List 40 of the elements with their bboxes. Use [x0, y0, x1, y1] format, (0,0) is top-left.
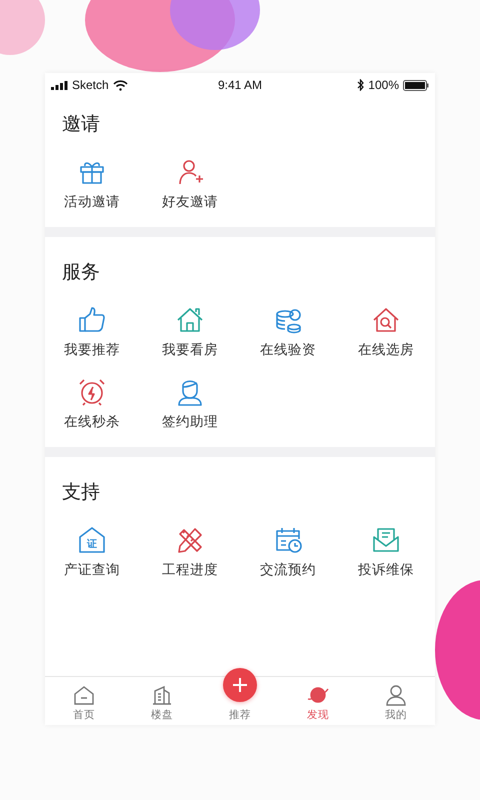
section-title: 邀请	[62, 112, 101, 137]
house-icon	[175, 305, 205, 335]
tab-item[interactable]: 我的	[385, 708, 407, 722]
certificate-house-icon: 证	[77, 525, 107, 555]
tab-item[interactable]: 推荐	[229, 708, 251, 722]
bluetooth-icon	[357, 79, 364, 91]
home-icon	[73, 684, 95, 706]
user-icon	[385, 684, 407, 706]
battery-icon	[403, 80, 429, 90]
alarm-clock-icon	[77, 377, 107, 407]
battery-percent: 100%	[368, 78, 399, 92]
plus-icon	[232, 677, 248, 693]
menu-item-label[interactable]: 投诉维保	[358, 561, 414, 579]
carrier-name: Sketch	[72, 78, 109, 92]
thumbs-up-icon	[77, 305, 107, 335]
menu-item-label[interactable]: 签约助理	[162, 413, 218, 431]
menu-item-label[interactable]: 交流预约	[260, 561, 316, 579]
menu-item-label[interactable]: 在线秒杀	[64, 413, 120, 431]
tab-item[interactable]: 发现	[307, 708, 329, 722]
menu-item-label[interactable]: 活动邀请	[64, 193, 120, 211]
envelope-icon	[371, 525, 401, 555]
signal-icon	[51, 80, 68, 90]
menu-item-label[interactable]: 好友邀请	[162, 193, 218, 211]
tab-item[interactable]: 楼盘	[151, 708, 173, 722]
menu-item-label[interactable]: 我要推荐	[64, 341, 120, 359]
menu-item-label[interactable]: 产证查询	[64, 561, 120, 579]
menu-item-label[interactable]: 工程进度	[162, 561, 218, 579]
clock-time: 9:41 AM	[218, 78, 262, 92]
menu-item-label[interactable]: 在线选房	[358, 341, 414, 359]
house-search-icon	[371, 305, 401, 335]
blob-drawing	[0, 0, 45, 55]
building-icon	[151, 684, 173, 706]
wifi-icon	[112, 80, 128, 90]
section-title: 支持	[62, 480, 101, 505]
tab-item[interactable]: 首页	[73, 708, 95, 722]
add-button[interactable]	[223, 668, 257, 702]
calendar-clock-icon	[273, 525, 303, 555]
section-title: 服务	[62, 260, 101, 285]
menu-item-label[interactable]: 在线验资	[260, 341, 316, 359]
menu-item-label[interactable]: 我要看房	[162, 341, 218, 359]
